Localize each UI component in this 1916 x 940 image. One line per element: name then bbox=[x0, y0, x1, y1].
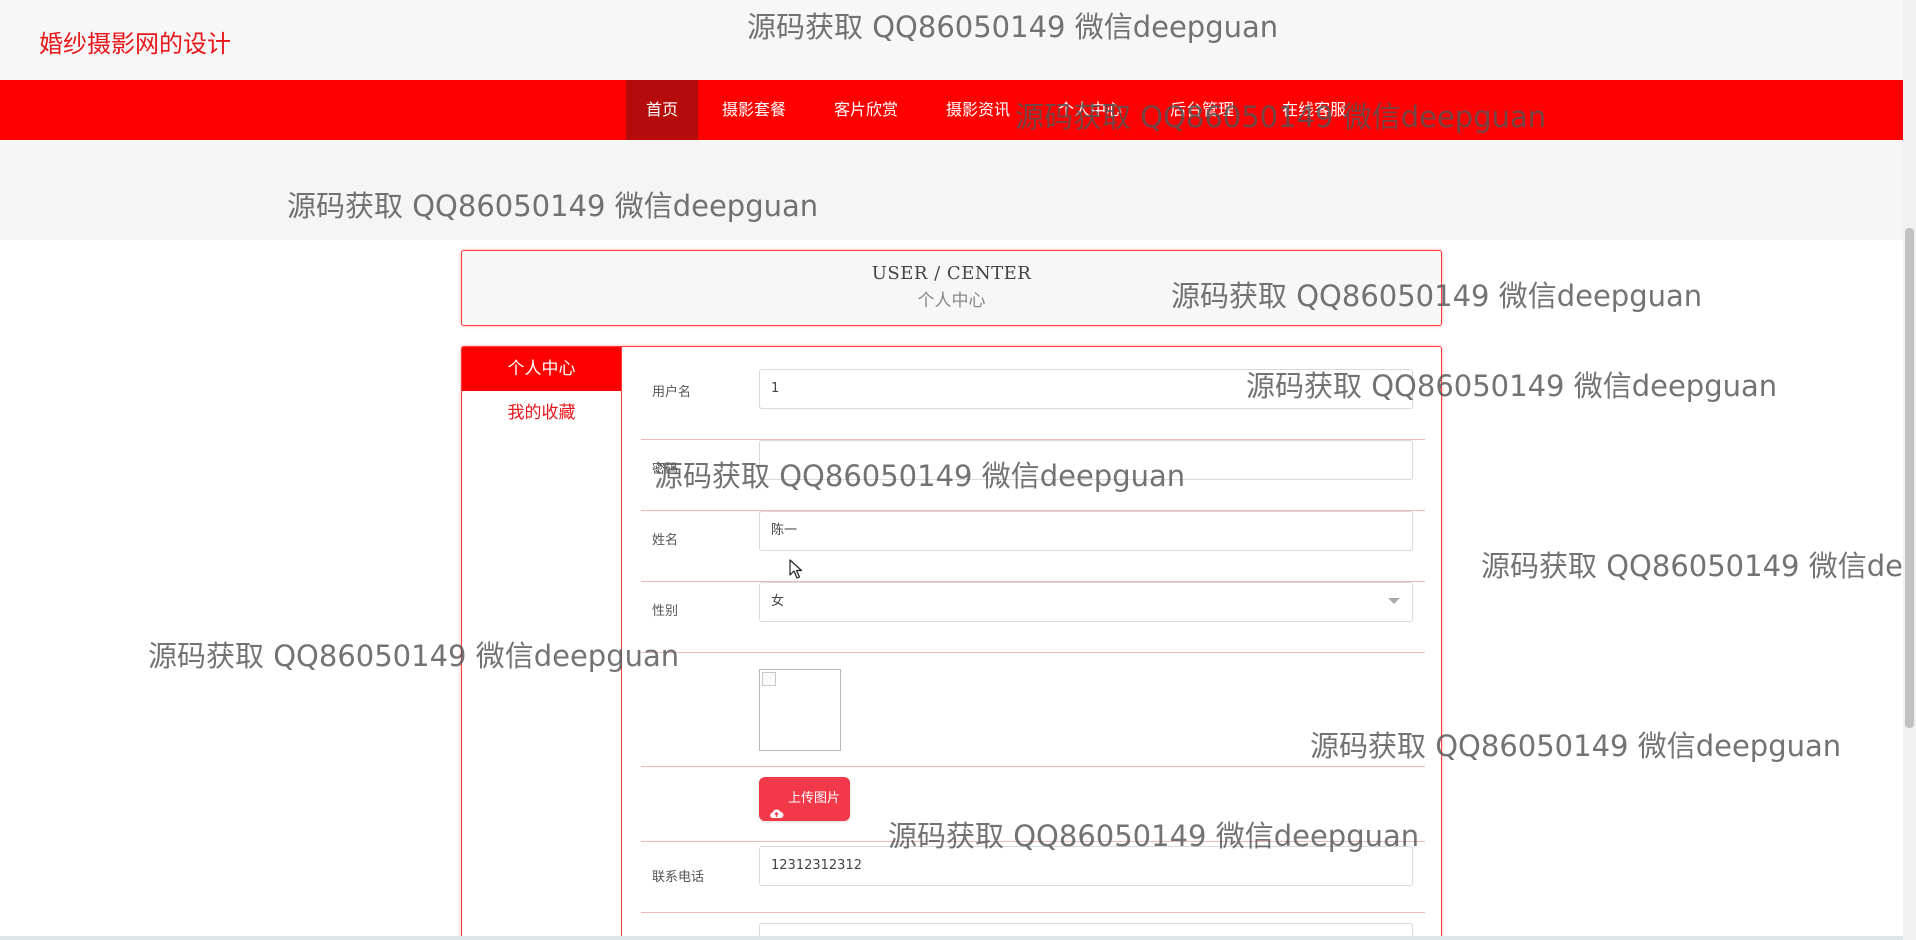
watermark: 源码获取 QQ86050149 微信deepguan bbox=[1481, 549, 1916, 583]
name-input[interactable]: 陈一 bbox=[759, 511, 1413, 551]
phone-label: 联系电话 bbox=[652, 870, 705, 885]
nav-item-admin[interactable]: 后台管理 bbox=[1146, 80, 1258, 140]
upload-image-button[interactable]: 上传图片 bbox=[759, 777, 851, 821]
username-label: 用户名 bbox=[652, 385, 692, 400]
side-item-favorites[interactable]: 我的收藏 bbox=[462, 391, 621, 435]
chevron-down-icon bbox=[1388, 598, 1400, 604]
heading-english: USER / CENTER bbox=[871, 263, 1032, 284]
bottom-strip bbox=[0, 936, 1903, 940]
user-center-heading: USER / CENTER 个人中心 bbox=[461, 250, 1442, 326]
phone-row: 联系电话 12312312312 bbox=[641, 842, 1425, 913]
password-row: 密码 bbox=[641, 440, 1425, 511]
name-row: 姓名 陈一 bbox=[641, 511, 1425, 582]
nav-item-packages[interactable]: 摄影套餐 bbox=[698, 80, 810, 140]
site-title[interactable]: 婚纱摄影网的设计 bbox=[39, 24, 231, 59]
avatar-image[interactable] bbox=[759, 669, 841, 751]
nav-item-home[interactable]: 首页 bbox=[626, 80, 699, 140]
vertical-scrollbar[interactable] bbox=[1903, 0, 1916, 940]
side-item-user-center[interactable]: 个人中心 bbox=[462, 347, 621, 391]
cloud-upload-icon bbox=[769, 794, 784, 818]
main-navbar: 首页 摄影套餐 客片欣赏 摄影资讯 个人中心 后台管理 在线客服 bbox=[0, 80, 1903, 140]
password-input[interactable] bbox=[759, 440, 1413, 480]
nav-item-user-center[interactable]: 个人中心 bbox=[1034, 80, 1146, 140]
nav-item-support[interactable]: 在线客服 bbox=[1258, 80, 1370, 140]
upload-button-label: 上传图片 bbox=[788, 791, 841, 806]
banner-band bbox=[0, 140, 1903, 240]
avatar-row bbox=[641, 653, 1425, 767]
mouse-cursor-icon bbox=[789, 559, 803, 579]
top-header: 婚纱摄影网的设计 bbox=[0, 0, 1903, 80]
name-label: 姓名 bbox=[652, 533, 679, 548]
gender-row: 性别 女 bbox=[641, 582, 1425, 653]
nav-item-gallery[interactable]: 客片欣赏 bbox=[810, 80, 922, 140]
nav-item-news[interactable]: 摄影资讯 bbox=[922, 80, 1034, 140]
heading-chinese: 个人中心 bbox=[917, 291, 986, 311]
phone-input[interactable]: 12312312312 bbox=[759, 846, 1413, 886]
broken-image-icon bbox=[762, 672, 776, 686]
gender-select[interactable]: 女 bbox=[759, 582, 1413, 622]
username-input[interactable]: 1 bbox=[759, 369, 1413, 409]
user-center-panel: 个人中心 我的收藏 用户名 1 密码 姓名 陈一 性别 女 上传图片 联系电话 … bbox=[461, 346, 1442, 940]
gender-value: 女 bbox=[771, 594, 785, 609]
gender-label: 性别 bbox=[652, 604, 679, 619]
upload-row: 上传图片 bbox=[641, 767, 1425, 842]
password-label: 密码 bbox=[652, 462, 679, 477]
scrollbar-thumb[interactable] bbox=[1905, 228, 1914, 728]
side-menu: 个人中心 我的收藏 bbox=[462, 347, 622, 940]
username-row: 用户名 1 bbox=[641, 369, 1425, 440]
